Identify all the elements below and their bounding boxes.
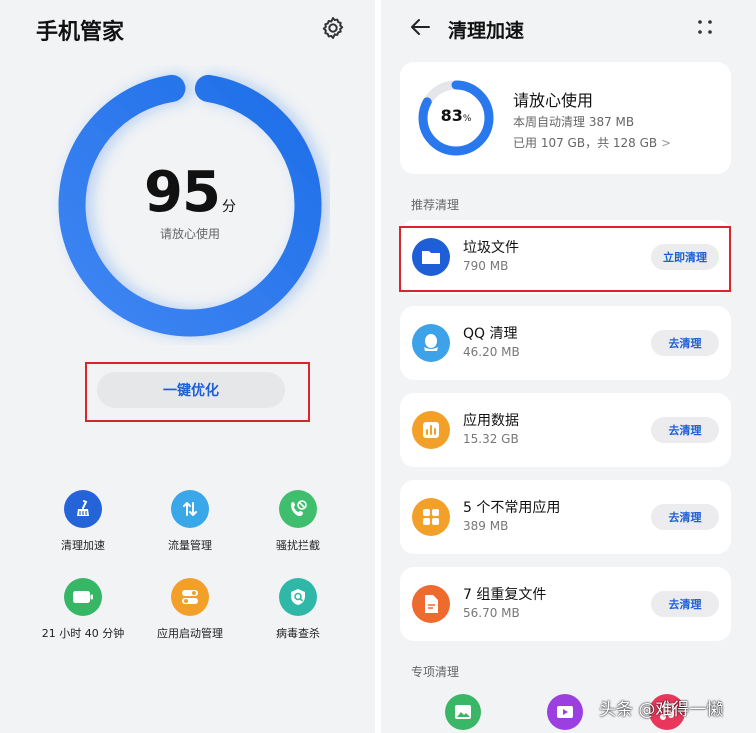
clean-item-app-data[interactable]: 应用数据 15.32 GB 去清理 — [400, 393, 731, 467]
phone-block-icon — [279, 490, 317, 528]
battery-icon — [64, 578, 102, 616]
score-subtitle: 请放心使用 — [159, 227, 220, 241]
storage-usage-text: 已用 107 GB，共 128 GB > — [513, 134, 671, 151]
clean-item-unused-apps[interactable]: 5 个不常用应用 389 MB 去清理 — [400, 480, 731, 554]
qq-icon — [412, 324, 450, 362]
tool-label: 骚扰拦截 — [276, 539, 320, 552]
broom-icon — [64, 490, 102, 528]
more-options-icon[interactable] — [696, 17, 714, 37]
go-clean-button[interactable]: 去清理 — [651, 330, 719, 356]
score-unit: 分 — [221, 199, 236, 215]
tool-harassment-block[interactable]: 骚扰拦截 — [243, 490, 353, 553]
tool-data-management[interactable]: 流量管理 — [135, 490, 245, 553]
score-display: 95 分 — [50, 160, 330, 225]
back-arrow-icon[interactable] — [409, 16, 431, 38]
go-clean-button[interactable]: 去清理 — [651, 591, 719, 617]
gear-icon[interactable] — [320, 15, 346, 41]
go-clean-button[interactable]: 去清理 — [651, 417, 719, 443]
item-size: 46.20 MB — [463, 345, 520, 359]
item-size: 389 MB — [463, 519, 509, 533]
phone-manager-screen: 手机管家 95 分 请放心使用 一键优化 清理加速 流量管理 骚扰拦截 21 小… — [0, 0, 375, 733]
toggle-icon — [171, 578, 209, 616]
tool-clean-accelerate[interactable]: 清理加速 — [28, 490, 138, 553]
item-title: 5 个不常用应用 — [463, 500, 561, 516]
tool-label: 流量管理 — [168, 539, 212, 552]
storage-status-card[interactable]: 83% 请放心使用 本周自动清理 387 MB 已用 107 GB，共 128 … — [400, 62, 731, 174]
weekly-auto-clean-text: 本周自动清理 387 MB — [513, 115, 635, 129]
tool-label: 病毒查杀 — [276, 627, 320, 640]
tool-label: 应用启动管理 — [157, 627, 223, 640]
status-title: 请放心使用 — [513, 91, 594, 110]
one-click-optimize-button[interactable]: 一键优化 — [97, 372, 285, 408]
chart-icon — [412, 411, 450, 449]
clean-accelerate-screen: 清理加速 83% 请放心使用 本周自动清理 387 MB 已用 107 GB，共… — [381, 0, 756, 733]
go-clean-button[interactable]: 去清理 — [651, 504, 719, 530]
duplicate-file-icon — [412, 585, 450, 623]
tool-app-launch[interactable]: 应用启动管理 — [135, 578, 245, 641]
tool-battery[interactable]: 21 小时 40 分钟 — [28, 578, 138, 641]
item-size: 56.70 MB — [463, 606, 520, 620]
tool-label: 21 小时 40 分钟 — [41, 627, 125, 640]
special-section-label: 专项清理 — [411, 665, 460, 679]
item-size: 15.32 GB — [463, 432, 519, 446]
data-transfer-icon — [171, 490, 209, 528]
item-title: 7 组重复文件 — [463, 587, 547, 603]
clean-item-qq[interactable]: QQ 清理 46.20 MB 去清理 — [400, 306, 731, 380]
tool-label: 清理加速 — [61, 539, 105, 552]
score-value: 95 — [144, 160, 221, 225]
apps-grid-icon — [412, 498, 450, 536]
chevron-right-icon: > — [660, 136, 672, 150]
video-icon[interactable] — [547, 694, 583, 730]
page-title: 清理加速 — [448, 20, 525, 42]
shield-scan-icon — [279, 578, 317, 616]
storage-percent: 83% — [416, 106, 496, 125]
gallery-icon[interactable] — [445, 694, 481, 730]
watermark: 头条 @难得一懒 — [599, 700, 724, 720]
item-title: 应用数据 — [463, 413, 519, 429]
percent-sign: % — [462, 114, 472, 124]
item-title: QQ 清理 — [463, 326, 518, 342]
tool-virus-scan[interactable]: 病毒查杀 — [243, 578, 353, 641]
storage-usage-value: 已用 107 GB，共 128 GB — [513, 136, 658, 150]
recommended-section-label: 推荐清理 — [411, 198, 460, 212]
highlight-box-junk-files — [399, 226, 731, 292]
percent-value: 83 — [440, 106, 463, 125]
clean-item-duplicate-files[interactable]: 7 组重复文件 56.70 MB 去清理 — [400, 567, 731, 641]
app-title: 手机管家 — [36, 20, 125, 45]
